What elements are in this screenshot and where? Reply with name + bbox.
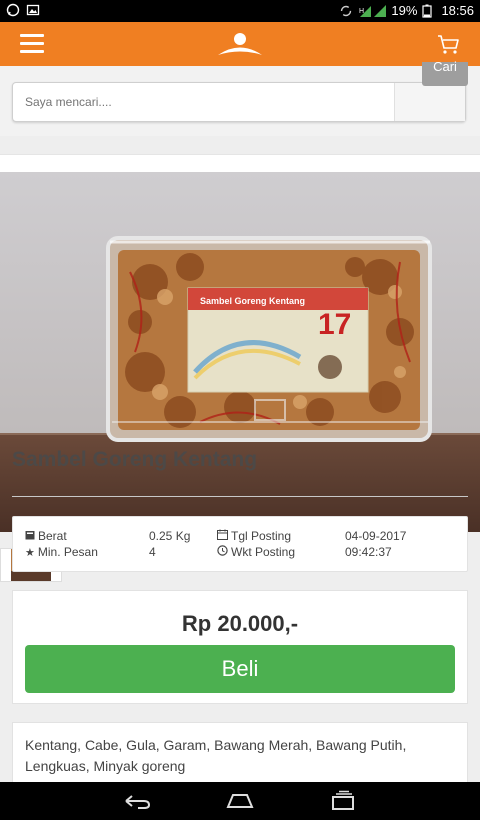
home-icon[interactable] — [225, 790, 255, 812]
product-description: Kentang, Cabe, Gula, Garam, Bawang Merah… — [25, 737, 407, 774]
post-time-value: 09:42:37 — [345, 545, 392, 559]
product-title: Sambel Goreng Kentang — [12, 448, 258, 471]
post-time-label: Wkt Posting — [231, 545, 296, 559]
cart-icon[interactable] — [436, 32, 460, 56]
calendar-icon — [217, 529, 228, 543]
buy-button[interactable]: Beli — [25, 645, 455, 693]
clock: 18:56 — [441, 3, 474, 18]
price: Rp 20.000,- — [181, 611, 299, 636]
post-date-label: Tgl Posting — [231, 529, 292, 543]
min-order-value: 4 — [149, 545, 156, 559]
post-time-label-row: Wkt Posting — [217, 545, 295, 559]
weight-label-row: Berat — [25, 529, 67, 543]
star-icon: ★ — [25, 547, 35, 559]
search-input[interactable] — [13, 83, 397, 121]
weight-icon — [25, 530, 35, 543]
package-label-number: 17 — [318, 308, 351, 341]
status-bar: H 19% 18:56 — [0, 0, 480, 22]
post-date-value: 04-09-2017 — [345, 529, 407, 543]
menu-icon[interactable] — [20, 34, 44, 54]
image-icon — [26, 3, 40, 17]
logo-icon[interactable] — [216, 30, 264, 58]
navigation-bar — [0, 782, 480, 820]
package-label-text: Sambel Goreng Kentang — [200, 296, 305, 306]
min-order-label: Min. Pesan — [37, 545, 98, 559]
whatsapp-icon — [6, 3, 20, 17]
battery-percent: 19% — [391, 3, 418, 18]
divider — [12, 496, 468, 497]
clock-icon — [217, 545, 228, 559]
min-order-label-row: ★ Min. Pesan — [25, 545, 98, 559]
weight-label: Berat — [38, 529, 67, 543]
sync-icon — [339, 4, 353, 18]
search-button[interactable]: Cari — [422, 60, 468, 86]
battery-icon — [422, 4, 436, 18]
product-image[interactable]: Sambel Goreng Kentang 17 — [0, 172, 480, 532]
weight-value: 0.25 Kg — [149, 529, 191, 543]
back-icon[interactable] — [122, 790, 152, 812]
recents-icon[interactable] — [328, 790, 358, 812]
search-area — [0, 66, 480, 136]
svg-text:H: H — [359, 8, 364, 15]
app-bar — [0, 22, 480, 66]
product-details-card: Berat 0.25 Kg ★ Min. Pesan 4 Tgl Posting … — [12, 516, 468, 572]
price-card: Rp 20.000,- Beli — [12, 590, 468, 704]
search-button-area[interactable] — [394, 83, 465, 121]
search-box — [12, 82, 466, 122]
signal-icon: H — [358, 4, 387, 18]
post-date-label-row: Tgl Posting — [217, 529, 291, 543]
